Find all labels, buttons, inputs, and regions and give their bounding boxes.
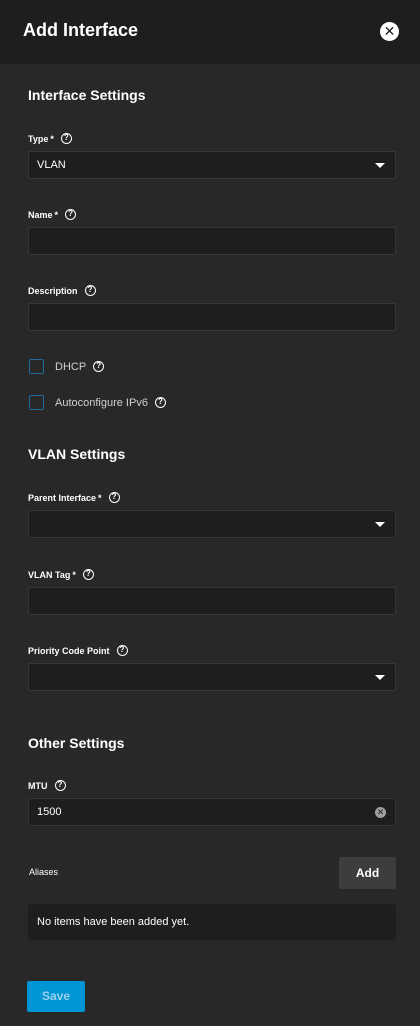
- dhcp-row[interactable]: DHCP ?: [29, 359, 105, 374]
- type-label: Type * ?: [28, 133, 72, 144]
- add-alias-button[interactable]: Add: [339, 857, 396, 889]
- help-icon[interactable]: ?: [54, 780, 66, 791]
- priority-code-point-select[interactable]: [28, 663, 396, 691]
- aliases-label: Aliases: [29, 867, 59, 877]
- help-icon[interactable]: ?: [84, 285, 96, 296]
- section-title-interface-settings: Interface Settings: [28, 87, 146, 103]
- help-icon[interactable]: ?: [154, 397, 166, 408]
- description-input[interactable]: [28, 303, 396, 331]
- autoconfigure-ipv6-checkbox[interactable]: [29, 395, 44, 410]
- dialog-title: Add Interface: [23, 20, 139, 40]
- dropdown-arrow-icon: [375, 163, 385, 168]
- autoconfigure-ipv6-label: Autoconfigure IPv6: [55, 396, 148, 409]
- vlan-tag-input[interactable]: [28, 587, 396, 615]
- help-icon[interactable]: ?: [60, 133, 72, 144]
- save-button[interactable]: Save: [27, 981, 85, 1012]
- parent-interface-select[interactable]: [28, 510, 396, 538]
- dropdown-arrow-icon: [375, 675, 385, 680]
- name-label: Name * ?: [28, 209, 77, 220]
- help-icon[interactable]: ?: [116, 645, 128, 656]
- close-icon[interactable]: ✕: [380, 22, 399, 41]
- clear-icon[interactable]: ✕: [375, 807, 386, 818]
- mtu-input[interactable]: 1500 ✕: [28, 798, 396, 826]
- description-label: Description ?: [28, 285, 96, 296]
- priority-code-point-label: Priority Code Point ?: [28, 645, 128, 656]
- parent-interface-label: Parent Interface * ?: [28, 492, 120, 503]
- dropdown-arrow-icon: [375, 522, 385, 527]
- dialog-header: Add Interface ✕: [0, 0, 420, 64]
- type-select[interactable]: VLAN: [28, 151, 396, 179]
- vlan-tag-label: VLAN Tag * ?: [28, 569, 94, 580]
- mtu-label: MTU ?: [28, 780, 66, 791]
- help-icon[interactable]: ?: [65, 209, 77, 220]
- aliases-empty-state: No items have been added yet.: [28, 904, 396, 940]
- help-icon[interactable]: ?: [93, 361, 105, 372]
- dhcp-label: DHCP: [55, 360, 87, 373]
- autoconfigure-ipv6-row[interactable]: Autoconfigure IPv6 ?: [29, 395, 166, 410]
- help-icon[interactable]: ?: [82, 569, 94, 580]
- name-input[interactable]: [28, 227, 396, 255]
- section-title-other-settings: Other Settings: [28, 735, 125, 751]
- dhcp-checkbox[interactable]: [29, 359, 44, 374]
- help-icon[interactable]: ?: [108, 492, 120, 503]
- section-title-vlan-settings: VLAN Settings: [28, 446, 126, 462]
